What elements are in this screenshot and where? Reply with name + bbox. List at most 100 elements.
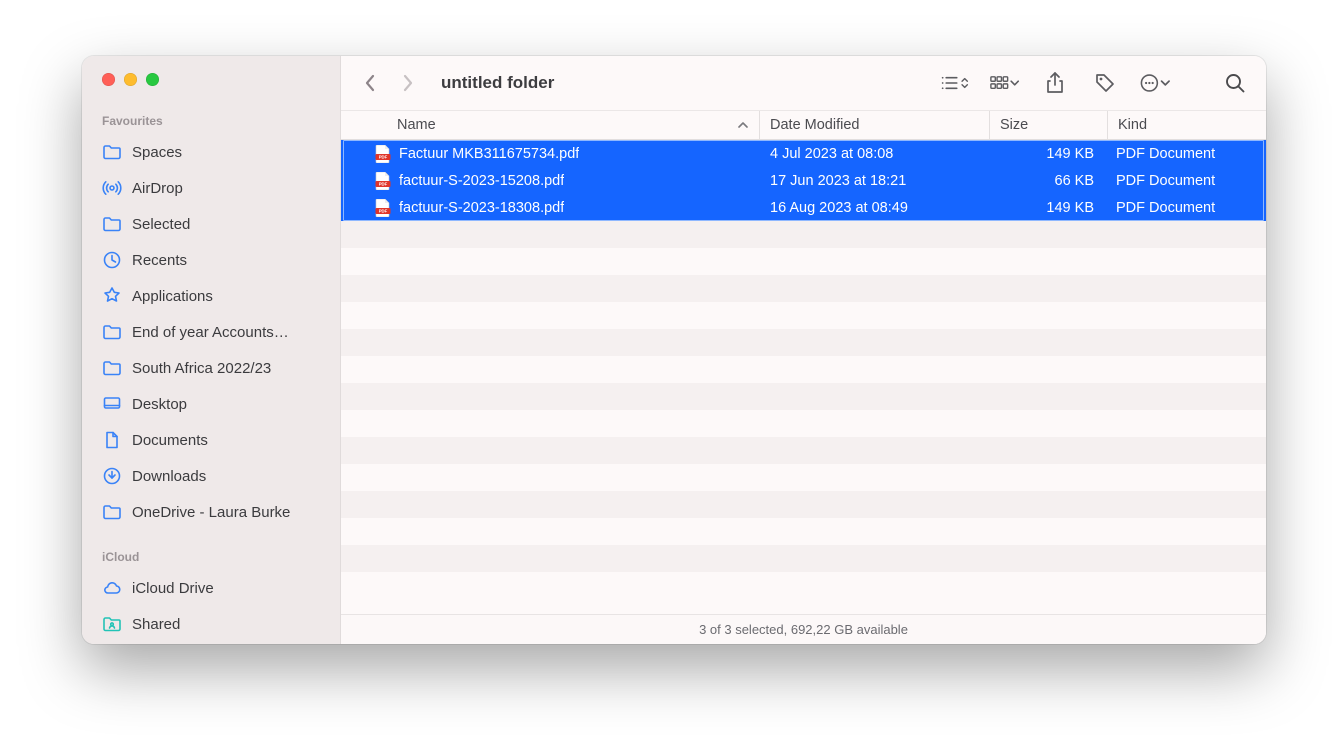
search-button[interactable] xyxy=(1220,68,1250,98)
empty-row xyxy=(341,221,1266,248)
empty-row xyxy=(341,572,1266,599)
svg-text:PDF: PDF xyxy=(379,208,388,213)
column-name-label: Name xyxy=(397,117,436,133)
zoom-window-button[interactable] xyxy=(146,73,159,86)
column-date-label: Date Modified xyxy=(770,117,859,133)
pdf-file-icon: PDF xyxy=(375,145,391,163)
view-mode-button[interactable] xyxy=(940,68,970,98)
airdrop-icon xyxy=(102,178,122,198)
file-size: 66 KB xyxy=(1055,173,1095,189)
sidebar-item-label: Desktop xyxy=(132,396,326,413)
folder-icon xyxy=(102,502,122,522)
desktop-icon xyxy=(102,394,122,414)
empty-row xyxy=(341,275,1266,302)
sidebar-item[interactable]: Selected xyxy=(82,206,340,242)
toolbar-actions xyxy=(940,68,1170,98)
back-button[interactable] xyxy=(355,68,385,98)
file-row[interactable]: PDF factuur-S-2023-18308.pdf 16 Aug 2023… xyxy=(341,194,1266,221)
group-by-button[interactable] xyxy=(990,68,1020,98)
shared-icon xyxy=(102,614,122,634)
sort-ascending-icon xyxy=(737,120,749,130)
sidebar-item[interactable]: OneDrive - Laura Burke xyxy=(82,494,340,530)
sidebar-section-label: iCloud xyxy=(82,546,340,570)
sidebar: Favourites Spaces AirDrop Selected Recents Ap… xyxy=(82,56,341,644)
file-list[interactable]: PDF Factuur MKB311675734.pdf 4 Jul 2023 … xyxy=(341,140,1266,614)
sidebar-item[interactable]: Spaces xyxy=(82,134,340,170)
sidebar-item-label: Recents xyxy=(132,252,326,269)
sidebar-item[interactable]: AirDrop xyxy=(82,170,340,206)
pdf-file-icon: PDF xyxy=(375,199,391,217)
file-date: 17 Jun 2023 at 18:21 xyxy=(770,173,906,189)
sidebar-item-label: Shared xyxy=(132,616,326,633)
sidebar-item-label: End of year Accounts… xyxy=(132,324,326,341)
pdf-file-icon: PDF xyxy=(375,172,391,190)
sidebar-item-label: Applications xyxy=(132,288,326,305)
svg-text:PDF: PDF xyxy=(379,181,388,186)
window-title: untitled folder xyxy=(441,73,554,93)
column-kind[interactable]: Kind xyxy=(1108,111,1266,139)
sidebar-item[interactable]: Applications xyxy=(82,278,340,314)
sidebar-item[interactable]: End of year Accounts… xyxy=(82,314,340,350)
sidebar-item-label: iCloud Drive xyxy=(132,580,326,597)
sidebar-item[interactable]: South Africa 2022/23 xyxy=(82,350,340,386)
empty-row xyxy=(341,545,1266,572)
doc-icon xyxy=(102,430,122,450)
empty-row xyxy=(341,518,1266,545)
column-date-modified[interactable]: Date Modified xyxy=(760,111,990,139)
sidebar-item[interactable]: Downloads xyxy=(82,458,340,494)
file-row[interactable]: PDF factuur-S-2023-15208.pdf 17 Jun 2023… xyxy=(341,167,1266,194)
file-kind: PDF Document xyxy=(1116,173,1215,189)
share-button[interactable] xyxy=(1040,68,1070,98)
empty-row xyxy=(341,491,1266,518)
file-name: Factuur MKB311675734.pdf xyxy=(399,146,579,162)
tags-button[interactable] xyxy=(1090,68,1120,98)
cloud-icon xyxy=(102,578,122,598)
sidebar-item-label: Downloads xyxy=(132,468,326,485)
finder-window: Favourites Spaces AirDrop Selected Recents Ap… xyxy=(82,56,1266,644)
sidebar-item-label: Spaces xyxy=(132,144,326,161)
file-row[interactable]: PDF Factuur MKB311675734.pdf 4 Jul 2023 … xyxy=(341,140,1266,167)
folder-icon xyxy=(102,358,122,378)
download-icon xyxy=(102,466,122,486)
empty-row xyxy=(341,356,1266,383)
sidebar-item[interactable]: Desktop xyxy=(82,386,340,422)
empty-row xyxy=(341,329,1266,356)
file-date: 4 Jul 2023 at 08:08 xyxy=(770,146,893,162)
forward-button[interactable] xyxy=(393,68,423,98)
file-kind: PDF Document xyxy=(1116,146,1215,162)
column-size-label: Size xyxy=(1000,117,1028,133)
sidebar-item[interactable]: Recents xyxy=(82,242,340,278)
file-size: 149 KB xyxy=(1046,200,1094,216)
sidebar-section-label: Favourites xyxy=(82,110,340,134)
apps-icon xyxy=(102,286,122,306)
file-name: factuur-S-2023-18308.pdf xyxy=(399,200,564,216)
sidebar-item[interactable]: Documents xyxy=(82,422,340,458)
status-text: 3 of 3 selected, 692,22 GB available xyxy=(699,622,908,637)
empty-row xyxy=(341,437,1266,464)
column-header: Name Date Modified Size Kind xyxy=(341,110,1266,140)
toolbar: untitled folder xyxy=(341,56,1266,110)
file-kind: PDF Document xyxy=(1116,200,1215,216)
folder-icon xyxy=(102,142,122,162)
empty-row xyxy=(341,410,1266,437)
minimize-window-button[interactable] xyxy=(124,73,137,86)
column-size[interactable]: Size xyxy=(990,111,1108,139)
empty-row xyxy=(341,383,1266,410)
sidebar-item[interactable]: Shared xyxy=(82,606,340,642)
empty-row xyxy=(341,464,1266,491)
sidebar-item-label: South Africa 2022/23 xyxy=(132,360,326,377)
close-window-button[interactable] xyxy=(102,73,115,86)
file-date: 16 Aug 2023 at 08:49 xyxy=(770,200,908,216)
actions-menu-button[interactable] xyxy=(1140,68,1170,98)
sidebar-item-label: OneDrive - Laura Burke xyxy=(132,504,326,521)
file-size: 149 KB xyxy=(1046,146,1094,162)
folder-icon xyxy=(102,214,122,234)
sidebar-item[interactable]: iCloud Drive xyxy=(82,570,340,606)
status-bar: 3 of 3 selected, 692,22 GB available xyxy=(341,614,1266,644)
sidebar-item-label: Documents xyxy=(132,432,326,449)
column-kind-label: Kind xyxy=(1118,117,1147,133)
sidebar-item-label: Selected xyxy=(132,216,326,233)
column-name[interactable]: Name xyxy=(341,111,760,139)
folder-icon xyxy=(102,322,122,342)
window-controls xyxy=(82,72,340,86)
